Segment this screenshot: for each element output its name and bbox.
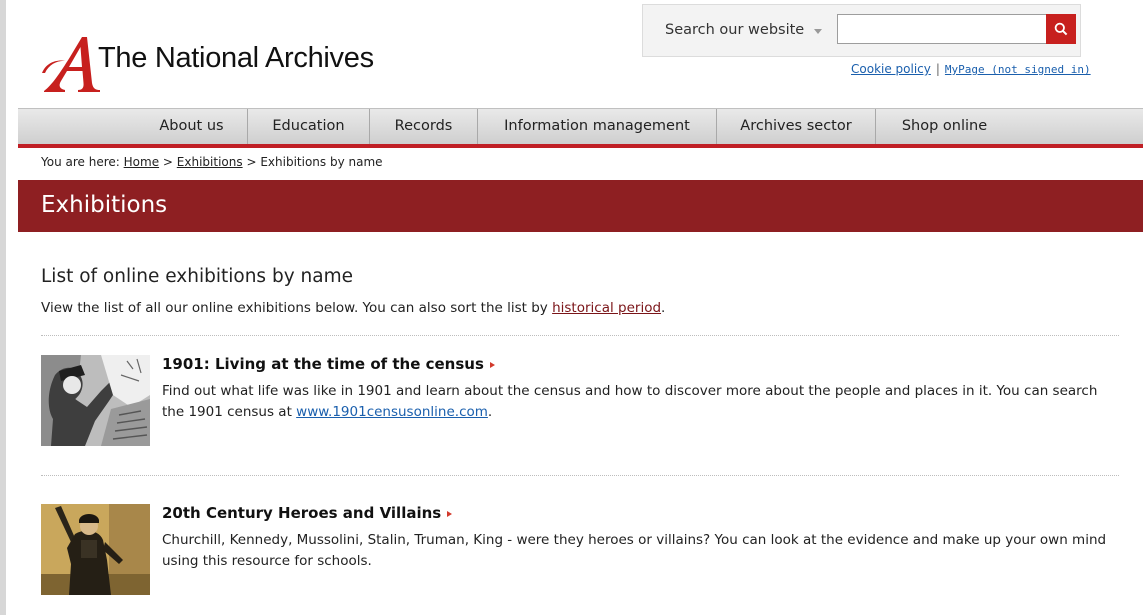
divider [41,335,1119,336]
exhibition-title-link[interactable]: 20th Century Heroes and Villains [162,504,453,522]
breadcrumb-separator: > [246,155,257,169]
heroes-villains-thumbnail[interactable] [41,504,150,595]
search-panel: Search our website [642,4,1081,57]
search-icon [1054,22,1068,36]
chevron-down-icon[interactable] [814,29,822,34]
historical-period-link[interactable]: historical period [552,300,661,316]
breadcrumb: You are here: Home > Exhibitions > Exhib… [41,155,383,169]
list-item: 20th Century Heroes and Villains Churchi… [41,504,1121,596]
nav-item-education[interactable]: Education [248,109,370,144]
search-scope-label[interactable]: Search our website [665,22,804,38]
site-logo[interactable]: The National Archives [40,33,374,93]
main-nav: About us Education Records Information m… [18,108,1143,144]
exhibition-description-end: . [487,404,493,420]
nav-item-records[interactable]: Records [370,109,478,144]
section-banner: Exhibitions [18,180,1143,232]
breadcrumb-prefix: You are here: [41,155,120,169]
intro-text-before: View the list of all our online exhibiti… [41,300,553,316]
nav-accent-bar [18,144,1143,148]
nav-item-shop-online[interactable]: Shop online [876,109,1013,144]
exhibition-description: Find out what life was like in 1901 and … [162,381,1117,423]
arrow-right-icon [489,362,495,368]
nav-item-about-us[interactable]: About us [136,109,248,144]
arrow-right-icon [447,511,453,517]
list-item: 1901: Living at the time of the census F… [41,355,1121,447]
site-name: The National Archives [98,42,374,74]
exhibition-title-link[interactable]: 1901: Living at the time of the census [162,355,495,373]
breadcrumb-separator: > [162,155,173,169]
census-online-link[interactable]: www.1901censusonline.com [296,404,488,420]
exhibition-title[interactable]: 1901: Living at the time of the census [162,355,484,373]
nav-item-archives-sector[interactable]: Archives sector [717,109,876,144]
intro-text: View the list of all our online exhibiti… [41,300,665,316]
utility-links: Cookie policy | MyPage (not signed in) [851,62,1091,76]
site-header: The National Archives Search our website… [18,0,1143,108]
exhibition-description: Churchill, Kennedy, Mussolini, Stalin, T… [162,532,1107,569]
divider [41,475,1119,476]
cookie-policy-link[interactable]: Cookie policy [851,62,931,76]
page-title: List of online exhibitions by name [41,266,353,287]
breadcrumb-current: Exhibitions by name [260,155,383,169]
intro-text-after: . [661,300,666,316]
breadcrumb-home-link[interactable]: Home [124,155,159,169]
mypage-link[interactable]: MyPage (not signed in) [945,63,1091,76]
breadcrumb-exhibitions-link[interactable]: Exhibitions [177,155,243,169]
section-title: Exhibitions [41,192,168,218]
link-separator: | [935,62,940,76]
search-button[interactable] [1046,14,1076,44]
census-1901-thumbnail[interactable] [41,355,150,446]
nav-item-information-management[interactable]: Information management [478,109,717,144]
left-page-edge [0,0,6,615]
exhibition-title[interactable]: 20th Century Heroes and Villains [162,504,441,522]
search-input[interactable] [837,14,1047,44]
